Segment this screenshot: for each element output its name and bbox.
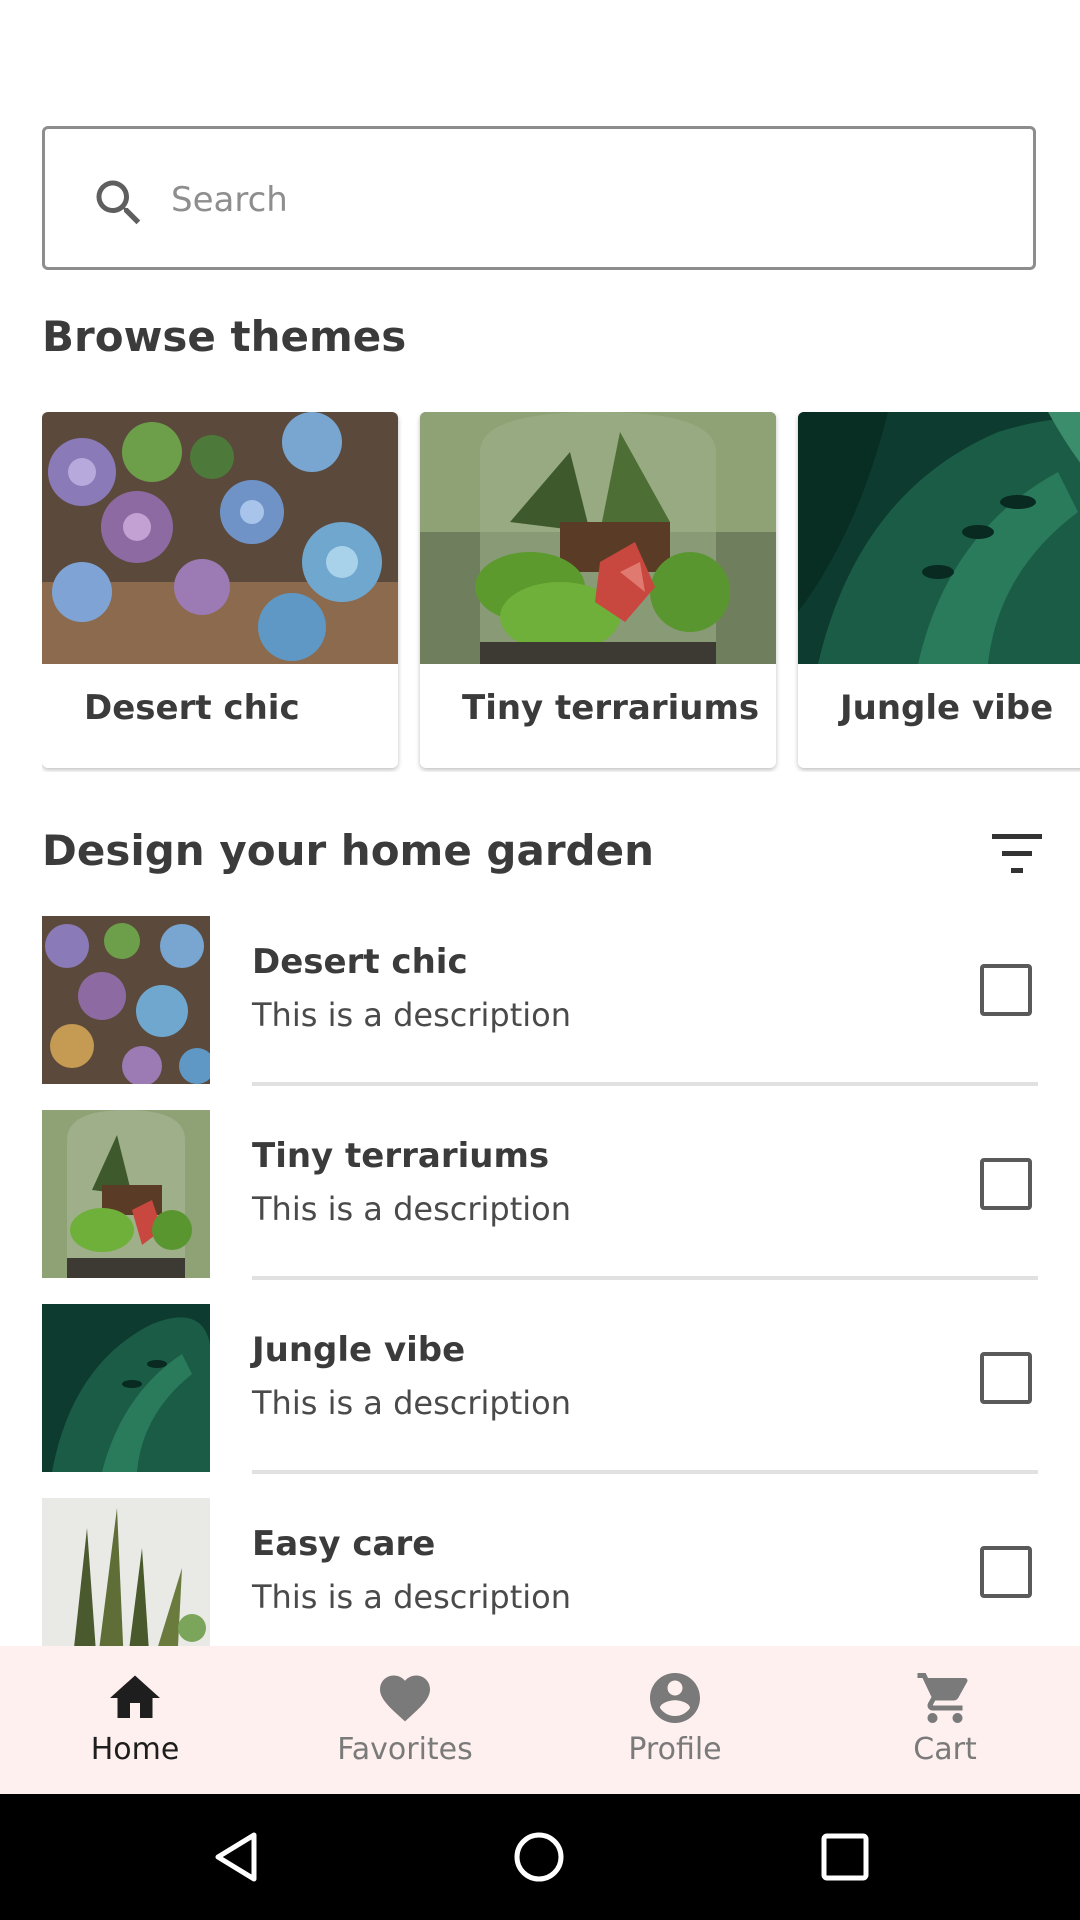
divider — [252, 1276, 1038, 1280]
search-input[interactable] — [169, 159, 993, 241]
search-field[interactable] — [42, 126, 1036, 270]
theme-carousel[interactable]: Desert chic Tiny terrariums Jungle vibe — [42, 412, 1080, 772]
theme-card-tiny-terrariums[interactable]: Tiny terrariums — [420, 412, 776, 768]
theme-card-desert-chic[interactable]: Desert chic — [42, 412, 398, 768]
list-item[interactable]: Easy care This is a description — [42, 1498, 1038, 1646]
theme-card-label: Jungle vibe — [840, 688, 1054, 728]
home-icon — [110, 1675, 160, 1718]
list-item[interactable]: Jungle vibe This is a description — [42, 1304, 1038, 1498]
nav-label-home: Home — [90, 1732, 180, 1767]
filter-icon[interactable] — [986, 826, 1050, 882]
nav-item-home[interactable]: Home — [0, 1646, 270, 1794]
list-item-checkbox[interactable] — [980, 964, 1032, 1016]
system-navigation-bar — [0, 1794, 1080, 1920]
tiny-terrariums-image — [420, 412, 776, 664]
list-item-description: This is a description — [252, 1578, 571, 1616]
list-item[interactable]: Tiny terrariums This is a description — [42, 1110, 1038, 1304]
account-circle-icon — [650, 1673, 700, 1723]
jungle-vibe-image — [798, 412, 1080, 664]
nav-item-cart[interactable]: Cart — [810, 1646, 1080, 1794]
list-item-checkbox[interactable] — [980, 1546, 1032, 1598]
heart-icon — [380, 1675, 430, 1722]
nav-item-profile[interactable]: Profile — [540, 1646, 810, 1794]
list-item-title: Jungle vibe — [252, 1330, 466, 1370]
nav-label-profile: Profile — [628, 1732, 722, 1767]
cart-icon — [917, 1673, 968, 1723]
list-item-title: Tiny terrariums — [252, 1136, 550, 1176]
list-item-description: This is a description — [252, 996, 571, 1034]
nav-item-favorites[interactable]: Favorites — [270, 1646, 540, 1794]
search-icon — [96, 180, 141, 225]
nav-label-favorites: Favorites — [337, 1732, 473, 1767]
desert-chic-image — [42, 412, 398, 664]
browse-themes-heading: Browse themes — [42, 312, 407, 361]
easy-care-thumbnail — [42, 1498, 210, 1646]
tiny-terrariums-thumbnail — [42, 1110, 210, 1278]
list-item-description: This is a description — [252, 1190, 571, 1228]
recents-icon[interactable] — [818, 1830, 872, 1884]
list-item-checkbox[interactable] — [980, 1158, 1032, 1210]
garden-list: Desert chic This is a description Tiny t… — [42, 916, 1038, 1646]
jungle-vibe-thumbnail — [42, 1304, 210, 1472]
theme-card-label: Tiny terrariums — [462, 688, 760, 728]
design-garden-heading: Design your home garden — [42, 826, 654, 875]
back-icon[interactable] — [210, 1830, 264, 1884]
divider — [252, 1470, 1038, 1474]
nav-label-cart: Cart — [913, 1732, 977, 1767]
list-item-title: Easy care — [252, 1524, 436, 1564]
list-item[interactable]: Desert chic This is a description — [42, 916, 1038, 1110]
list-item-title: Desert chic — [252, 942, 468, 982]
theme-card-jungle-vibe[interactable]: Jungle vibe — [798, 412, 1080, 768]
divider — [252, 1082, 1038, 1086]
theme-card-label: Desert chic — [84, 688, 300, 728]
desert-chic-thumbnail — [42, 916, 210, 1084]
list-item-description: This is a description — [252, 1384, 571, 1422]
list-item-checkbox[interactable] — [980, 1352, 1032, 1404]
home-circle-icon[interactable] — [512, 1830, 566, 1884]
bottom-navigation: Home Favorites Profile Cart — [0, 1646, 1080, 1794]
